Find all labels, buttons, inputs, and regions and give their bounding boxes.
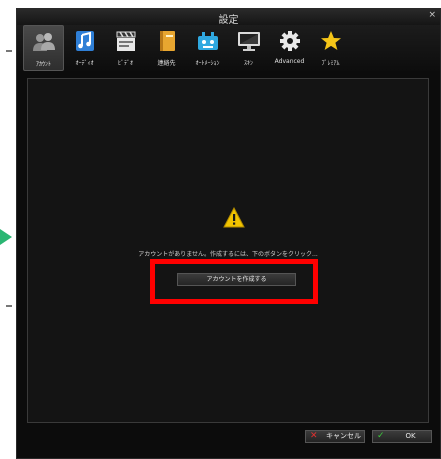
tab-contacts[interactable]: 連絡先 [146,25,187,71]
tab-label: ｱｶｳﾝﾄ [35,61,51,68]
highlight-box [150,259,318,304]
tab-label: ﾋﾞﾃﾞｵ [117,60,133,67]
window-title: 設定 [218,15,239,26]
tab-label: ｵｰﾃﾞｨｵ [75,60,94,67]
account-icon [32,33,55,51]
monitor-icon [237,32,260,51]
side-mark [6,50,12,52]
side-mark [6,305,12,307]
tab-audio[interactable]: ｵｰﾃﾞｨｵ [64,25,105,71]
tab-label: Advanced [274,58,305,65]
star-icon [320,31,341,50]
tab-label: ﾌﾟﾚﾐｱﾑ [321,60,340,67]
tab-video[interactable]: ﾋﾞﾃﾞｵ [105,25,146,71]
tab-advanced[interactable]: Advanced [269,25,310,71]
close-icon[interactable]: × [428,10,436,20]
gear-icon [279,31,300,51]
no-account-message: アカウントがありません。作成するには、下のボタンをクリック... [138,251,318,258]
ok-button[interactable]: ✓ OK [372,430,432,443]
tab-label: ｵｰﾄﾒｰｼｮﾝ [195,60,220,67]
cancel-label: キャンセル [326,432,361,440]
tab-premium[interactable]: ﾌﾟﾚﾐｱﾑ [310,25,351,71]
tab-label: 連絡先 [157,60,176,67]
settings-window: 設定 × ｱｶｳﾝﾄ ｵｰﾃﾞｨｵ ﾋﾞﾃﾞｵ 連絡先 ｵｰﾄﾒｰｼｮﾝ ｽｷﾝ… [16,8,441,459]
cancel-button[interactable]: ✕ キャンセル [305,430,365,443]
title-bar: 設定 × [17,9,440,26]
tab-account[interactable]: ｱｶｳﾝﾄ [23,25,64,71]
contacts-book-icon [159,31,175,51]
warning-icon [223,207,245,228]
account-panel: アカウントがありません。作成するには、下のボタンをクリック... アカウントを作… [27,78,429,423]
music-note-icon [75,31,94,51]
settings-toolbar: ｱｶｳﾝﾄ ｵｰﾃﾞｨｵ ﾋﾞﾃﾞｵ 連絡先 ｵｰﾄﾒｰｼｮﾝ ｽｷﾝ Adva… [17,25,440,71]
dialog-footer: ✕ キャンセル ✓ OK [17,421,440,458]
cancel-x-icon: ✕ [310,431,318,441]
ok-label: OK [405,432,416,440]
green-pointer-arrow [0,229,12,245]
automation-icon [197,32,218,50]
tab-skin[interactable]: ｽｷﾝ [228,25,269,71]
tab-automation[interactable]: ｵｰﾄﾒｰｼｮﾝ [187,25,228,71]
tab-label: ｽｷﾝ [243,60,253,67]
clapperboard-icon [116,31,135,51]
check-icon: ✓ [377,431,385,441]
